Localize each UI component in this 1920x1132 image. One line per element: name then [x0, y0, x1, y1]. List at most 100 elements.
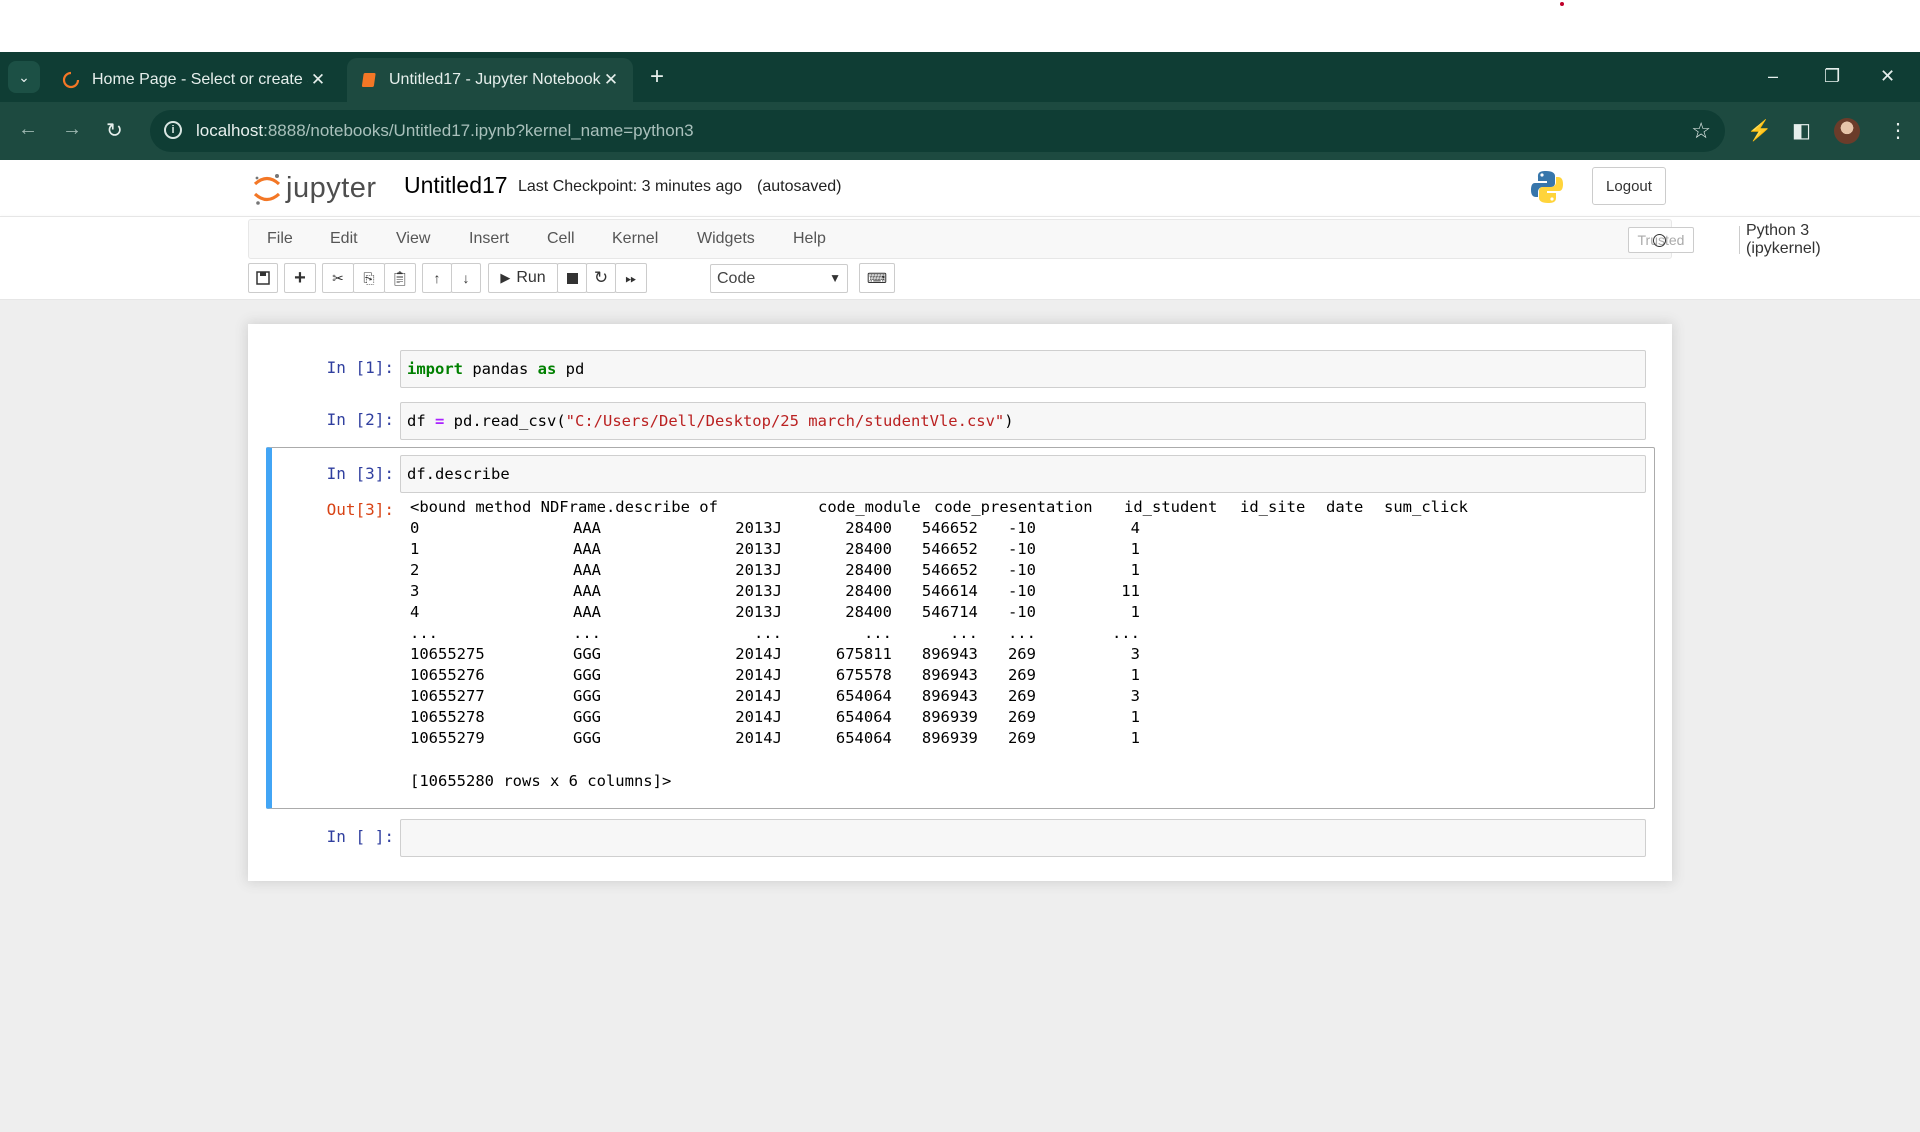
output-cell: 546652: [921, 561, 978, 579]
output-cell: 11: [1121, 582, 1140, 600]
jupyter-wordmark: jupyter: [286, 171, 377, 204]
output-cell: GGG: [573, 708, 601, 726]
restart-icon[interactable]: ↻: [586, 263, 616, 293]
tab-search-button[interactable]: ⌄: [8, 61, 40, 93]
url-text: localhost:8888/notebooks/Untitled17.ipyn…: [196, 121, 694, 140]
add-cell-icon[interactable]: +: [284, 263, 316, 293]
performance-icon[interactable]: ⚡: [1747, 118, 1772, 143]
code-cell-2[interactable]: In [2]: df = pd.read_csv("C:/Users/Dell/…: [266, 402, 1655, 440]
minimize-icon[interactable]: –: [1768, 66, 1778, 87]
code-input[interactable]: import pandas as pd: [400, 350, 1646, 388]
output-cell: 2014J: [735, 708, 782, 726]
new-tab-icon[interactable]: +: [650, 65, 664, 89]
tab-untitled17[interactable]: Untitled17 - Jupyter Notebook ✕: [347, 58, 633, 102]
screen-top-strip: [0, 0, 1920, 52]
output-cell: 269: [1007, 729, 1036, 747]
output-cell: 2013J: [735, 519, 782, 537]
output-cell: 3: [410, 582, 420, 600]
kernel-idle-icon: [1653, 234, 1666, 247]
output-cell: 1: [1130, 666, 1140, 684]
menu-view[interactable]: View: [396, 230, 430, 248]
notebook-icon: [359, 71, 377, 89]
chevron-down-icon: ⌄: [18, 68, 30, 85]
side-panel-icon[interactable]: ◧: [1792, 118, 1811, 143]
profile-avatar[interactable]: [1834, 118, 1860, 144]
output-cell: AAA: [573, 603, 601, 621]
menu-help[interactable]: Help: [793, 230, 826, 248]
url-field[interactable]: i localhost:8888/notebooks/Untitled17.ip…: [150, 110, 1725, 152]
output-cell: 269: [1007, 645, 1036, 663]
jupyter-logo-icon: [252, 171, 282, 205]
output-cell: 3: [1130, 645, 1140, 663]
menu-kernel[interactable]: Kernel: [612, 230, 658, 248]
keyboard-icon[interactable]: ⌨: [859, 263, 895, 293]
output-cell: 4: [410, 603, 420, 621]
output-cell: GGG: [573, 645, 601, 663]
close-window-icon[interactable]: ✕: [1880, 66, 1895, 87]
output-cell: 2014J: [735, 729, 782, 747]
logout-button[interactable]: Logout: [1592, 167, 1666, 205]
back-arrow-icon[interactable]: ←: [18, 118, 38, 141]
jupyter-header: jupyter Untitled17 Last Checkpoint: 3 mi…: [0, 160, 1920, 216]
code-input[interactable]: df.describe: [400, 455, 1646, 493]
save-icon[interactable]: [248, 263, 278, 293]
output-cell: -10: [1007, 519, 1036, 537]
close-tab-icon[interactable]: ✕: [601, 70, 621, 90]
menu-file[interactable]: File: [267, 230, 293, 248]
output-cell: ...: [1007, 624, 1036, 642]
output-cell: -10: [1007, 540, 1036, 558]
output-cell: 269: [1007, 708, 1036, 726]
menu-widgets[interactable]: Widgets: [697, 230, 755, 248]
menu-cell[interactable]: Cell: [547, 230, 575, 248]
stop-icon[interactable]: [557, 263, 587, 293]
cut-icon[interactable]: ✂: [322, 263, 354, 293]
site-info-icon[interactable]: i: [164, 121, 182, 139]
output-cell: 896943: [921, 687, 978, 705]
output-cell: 28400: [845, 582, 892, 600]
output-cell: 654064: [835, 729, 892, 747]
output-cell: ...: [573, 624, 601, 642]
output-cell: 10655275: [410, 645, 485, 663]
move-up-icon[interactable]: ↑: [422, 263, 452, 293]
empty-code-cell[interactable]: In [ ]:: [266, 819, 1655, 857]
output-cell: 675811: [835, 645, 892, 663]
output-cell: ...: [949, 624, 978, 642]
copy-icon[interactable]: ⎘: [353, 263, 385, 293]
code-input[interactable]: [400, 819, 1646, 857]
paste-icon[interactable]: 📋︎: [384, 263, 416, 293]
output-cell: 675578: [835, 666, 892, 684]
output-cell: 654064: [835, 687, 892, 705]
run-button[interactable]: ▶ Run: [488, 263, 558, 293]
move-down-icon[interactable]: ↓: [451, 263, 481, 293]
kernel-name[interactable]: Python 3 (ipykernel): [1739, 222, 1821, 257]
jupyter-logo[interactable]: jupyter: [252, 168, 377, 208]
output-cell: 28400: [845, 519, 892, 537]
cell-type-select[interactable]: Code ▼: [710, 264, 848, 293]
output-cell: 896943: [921, 645, 978, 663]
output-cell: GGG: [573, 687, 601, 705]
code-input[interactable]: df = pd.read_csv("C:/Users/Dell/Desktop/…: [400, 402, 1646, 440]
restore-icon[interactable]: ❐: [1824, 66, 1840, 87]
output-cell: 10655278: [410, 708, 485, 726]
output-cell: GGG: [573, 729, 601, 747]
fast-forward-icon[interactable]: ⏩︎: [615, 263, 647, 293]
menu-insert[interactable]: Insert: [469, 230, 509, 248]
menu-bar: File Edit View Insert Cell Kernel Widget…: [248, 219, 1821, 259]
browser-menu-icon[interactable]: ⋮: [1888, 118, 1908, 143]
reload-icon[interactable]: ↻: [106, 118, 123, 143]
output-cell: 1: [410, 540, 420, 558]
output-cell: GGG: [573, 666, 601, 684]
notebook-name[interactable]: Untitled17: [404, 172, 508, 199]
output-cell: ...: [863, 624, 892, 642]
checkpoint-status: Last Checkpoint: 3 minutes ago: [518, 178, 743, 195]
tab-home-page[interactable]: Home Page - Select or create a ✕: [50, 58, 340, 102]
forward-arrow-icon[interactable]: →: [62, 118, 82, 141]
bookmark-star-icon[interactable]: ☆: [1691, 118, 1711, 144]
close-tab-icon[interactable]: ✕: [308, 70, 328, 90]
output-cell: 10655276: [410, 666, 485, 684]
output-cell: AAA: [573, 519, 601, 537]
code-cell-1[interactable]: In [1]: import pandas as pd: [266, 350, 1655, 388]
menu-edit[interactable]: Edit: [330, 230, 358, 248]
output-cell: 4: [1130, 519, 1140, 537]
output-cell: 2014J: [735, 687, 782, 705]
